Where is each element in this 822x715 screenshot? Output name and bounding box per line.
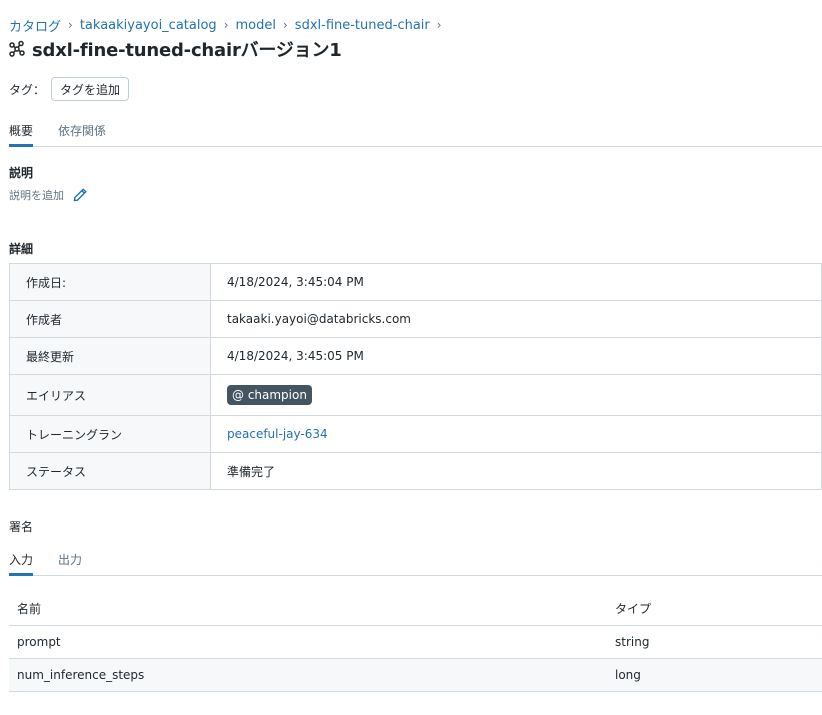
details-row-training-run: トレーニングラン peaceful-jay-634 [9,415,822,453]
input-type-cell: long [607,658,822,692]
breadcrumb-separator: › [282,18,288,32]
details-row-creator: 作成者 takaaki.yayoi@databricks.com [9,300,822,338]
breadcrumb-model-link[interactable]: sdxl-fine-tuned-chair [295,18,430,33]
pencil-icon[interactable] [72,187,88,203]
alias-cell: @ champion [210,374,822,416]
page-title: sdxl-fine-tuned-chairバージョン1 [32,40,342,61]
created-label: 作成日: [9,263,211,301]
training-run-cell: peaceful-jay-634 [210,415,822,453]
details-row-updated: 最終更新 4/18/2024, 3:45:05 PM [9,337,822,375]
tags-label: タグ： [9,82,46,97]
alias-badge[interactable]: @ champion [227,385,312,405]
description-row: 説明を追加 [9,187,88,203]
input-type-cell: string [607,625,822,659]
tags-row: タグ： タグを追加 [9,77,130,101]
breadcrumb-catalog-name-link[interactable]: takaakiyayoi_catalog [80,18,217,33]
status-label: ステータス [9,452,211,490]
main-tabs: 概要 依存関係 [9,122,822,147]
details-table: 作成日: 4/18/2024, 3:45:04 PM 作成者 takaaki.y… [9,263,822,490]
table-row: num_inference_steps long [9,658,822,692]
breadcrumb: カタログ › takaakiyayoi_catalog › model › sd… [9,16,449,35]
signature-table: 名前 タイプ prompt string num_inference_steps… [9,591,822,692]
signature-heading: 署名 [9,520,34,534]
tab-outputs[interactable]: 出力 [58,551,82,575]
table-row: prompt string [9,625,822,659]
created-value: 4/18/2024, 3:45:04 PM [210,263,822,301]
training-run-link[interactable]: peaceful-jay-634 [227,427,328,441]
training-run-label: トレーニングラン [9,415,211,453]
breadcrumb-separator: › [223,18,229,32]
status-value: 準備完了 [210,452,822,490]
model-icon [9,40,25,57]
signature-header-row: 名前 タイプ [9,591,822,626]
details-heading: 詳細 [9,242,34,256]
page-header: sdxl-fine-tuned-chairバージョン1 [8,36,342,62]
column-header-name: 名前 [9,591,607,626]
tab-inputs[interactable]: 入力 [9,551,34,576]
input-name-cell: num_inference_steps [9,658,607,692]
breadcrumb-catalog-link[interactable]: カタログ [9,16,61,35]
alias-label: エイリアス [9,374,211,416]
breadcrumb-schema-link[interactable]: model [236,18,276,33]
input-name-cell: prompt [9,625,607,659]
creator-label: 作成者 [9,300,211,338]
signature-tabs: 入力 出力 [9,551,822,576]
tab-overview[interactable]: 概要 [9,122,34,147]
details-row-created: 作成日: 4/18/2024, 3:45:04 PM [9,263,822,301]
details-row-alias: エイリアス @ champion [9,374,822,416]
column-header-type: タイプ [607,591,822,626]
breadcrumb-separator: › [68,18,73,32]
breadcrumb-separator: › [436,18,442,32]
description-heading: 説明 [9,166,34,180]
updated-label: 最終更新 [9,337,211,375]
tab-dependencies[interactable]: 依存関係 [58,122,106,146]
creator-value: takaaki.yayoi@databricks.com [210,300,822,338]
add-tag-button[interactable]: タグを追加 [51,77,130,101]
updated-value: 4/18/2024, 3:45:05 PM [210,337,822,375]
add-description-placeholder[interactable]: 説明を追加 [9,187,64,203]
details-row-status: ステータス 準備完了 [9,452,822,490]
